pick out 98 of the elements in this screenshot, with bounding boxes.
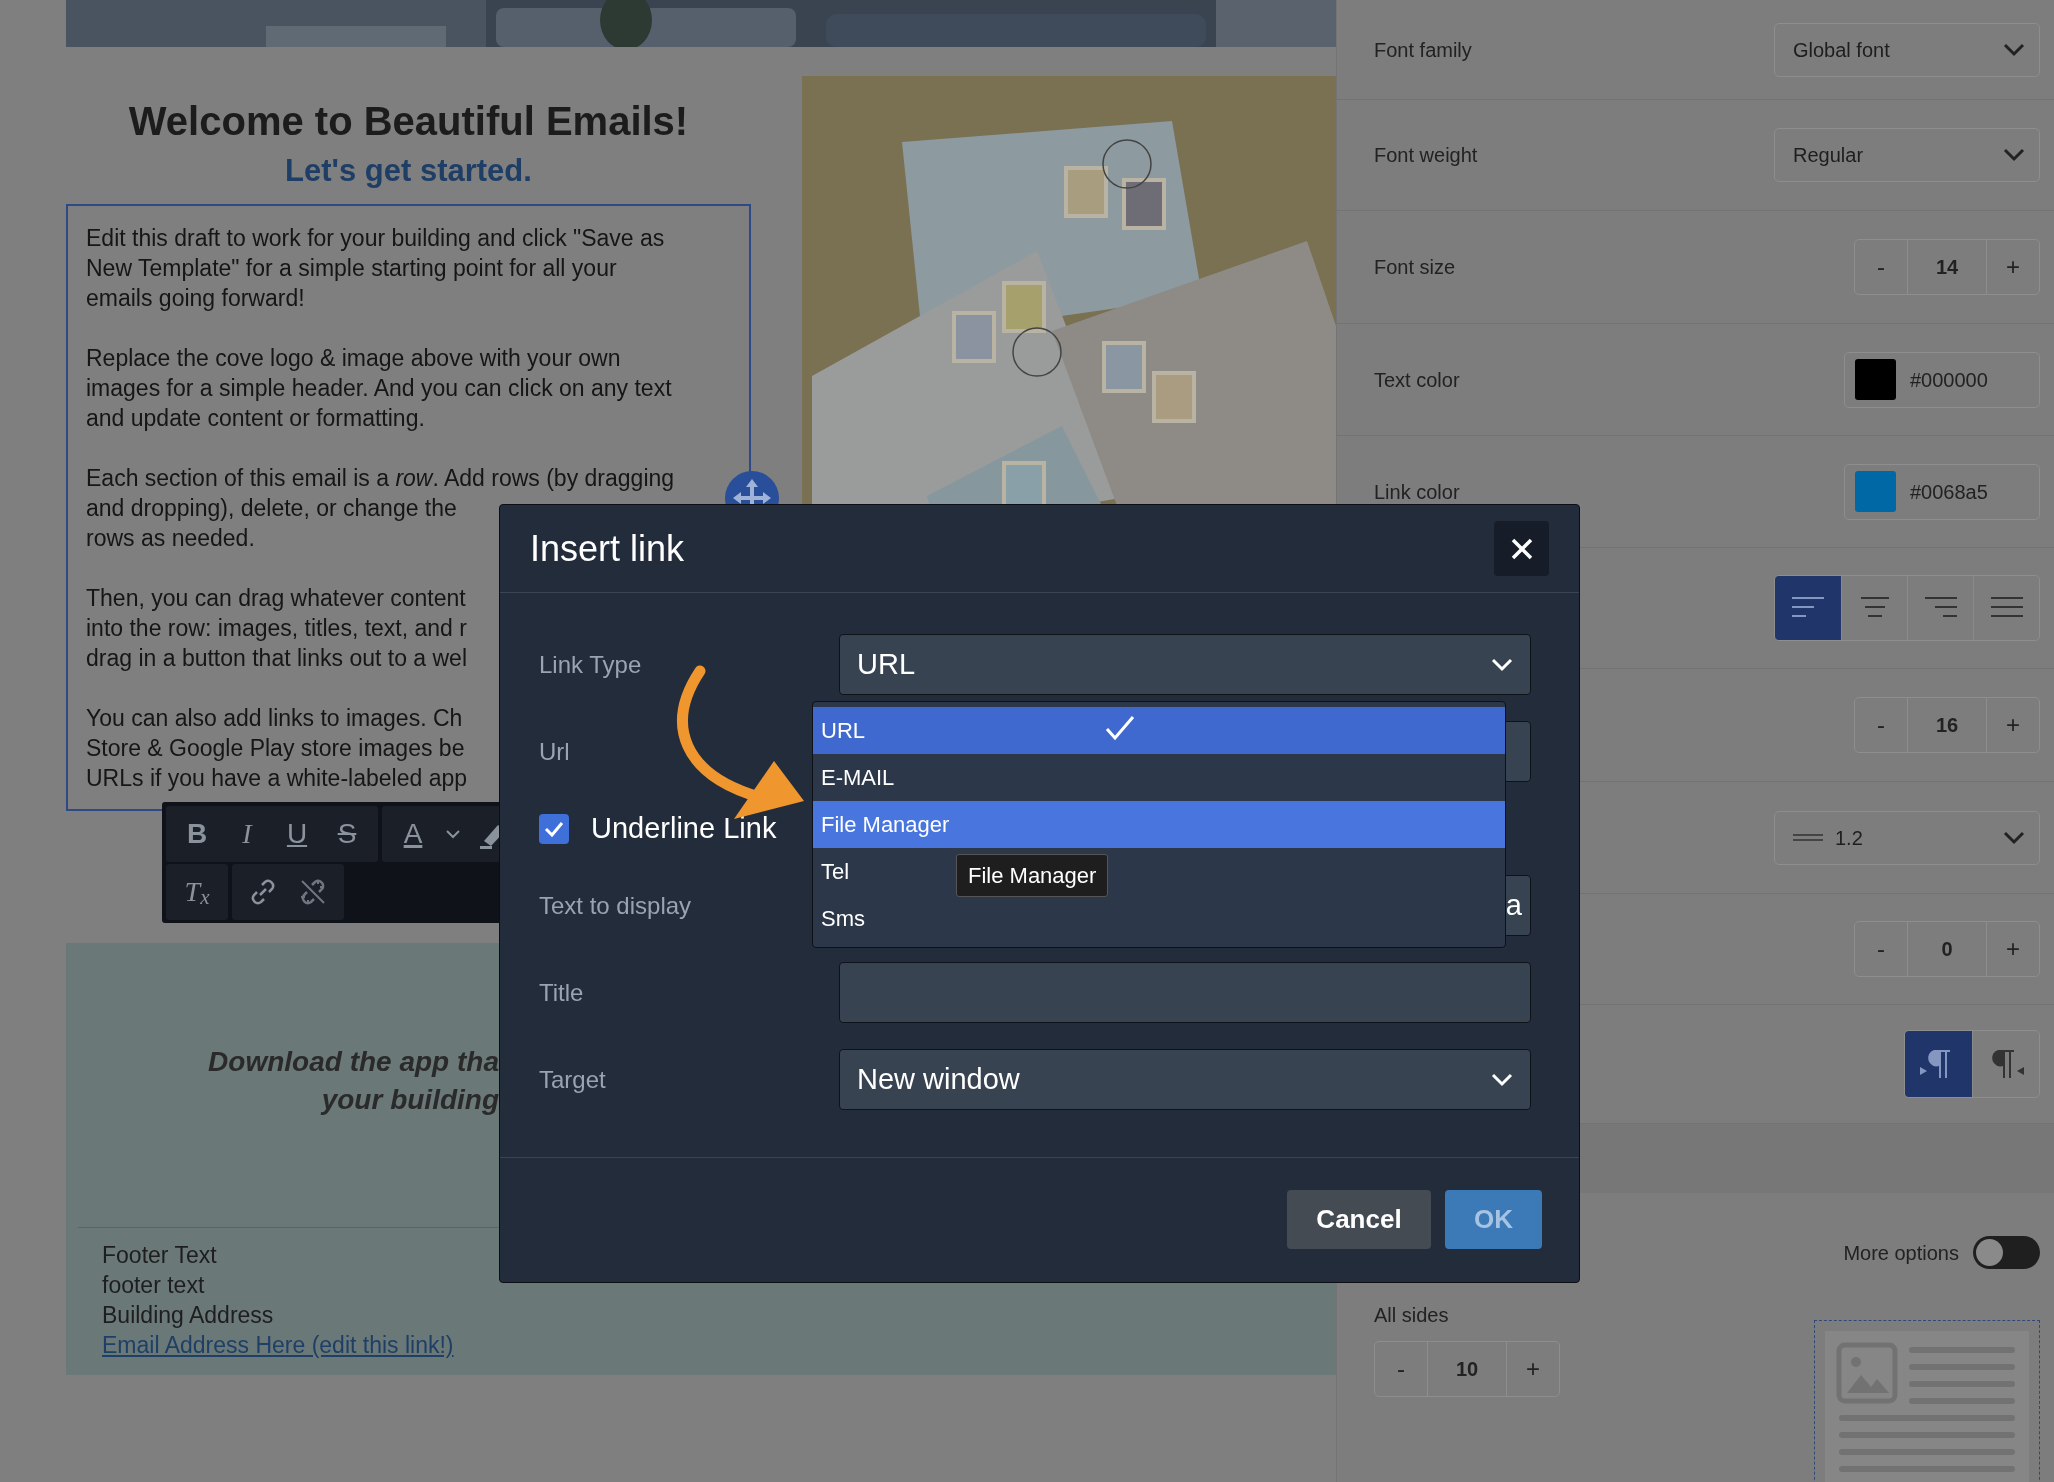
field-label: Link Type — [539, 649, 643, 680]
dropdown-option[interactable]: File Manager — [813, 801, 1505, 848]
italic-button[interactable]: I — [222, 806, 272, 862]
stepper-value: 14 — [1907, 240, 1987, 294]
text-line: Store & Google Play store images be — [86, 734, 465, 763]
color-value: #0068a5 — [1910, 479, 1988, 505]
select-field[interactable]: Global font — [1774, 22, 2040, 77]
setting-label: Font family — [1374, 37, 1472, 63]
strike-button[interactable]: S — [322, 806, 372, 862]
chevron-down-icon — [1491, 1072, 1513, 1087]
select-value: Global font — [1793, 37, 1890, 63]
dialog-title: Insert link — [530, 526, 685, 571]
close-icon — [1509, 536, 1534, 561]
chevron-down-icon — [2003, 830, 2025, 845]
text-line: emails going forward! — [86, 284, 305, 313]
text-line: Each section of this email is a row. Add rows (by dragging — [86, 464, 675, 493]
setting-label: Text color — [1374, 367, 1460, 393]
email-subheading: Let's get started. — [284, 153, 533, 189]
text-line: into the row: images, titles, text, and r — [86, 614, 467, 643]
underline-button[interactable]: U — [272, 806, 322, 862]
text-line: You can also add links to images. Ch — [86, 704, 463, 733]
text-line: Edit this draft to work for your building and click "Save as — [86, 224, 665, 253]
select-field[interactable]: URL — [839, 634, 1531, 695]
text-direction-button[interactable] — [1905, 1031, 1972, 1097]
increment-button[interactable]: + — [1987, 922, 2039, 976]
select-field[interactable]: 1.2 — [1774, 810, 2040, 865]
move-handle-icon — [725, 471, 779, 504]
text-line: URLs if you have a white-labeled app — [86, 764, 467, 793]
footer-text: footer text — [102, 1272, 205, 1298]
select-field[interactable]: New window — [839, 1049, 1531, 1110]
setting-label: Link color — [1374, 479, 1460, 505]
stepper-value: 10 — [1427, 1342, 1507, 1396]
color-field[interactable]: #0068a5 — [1844, 463, 2040, 520]
setting-label: Font size — [1374, 255, 1456, 280]
text-line: New Template" for a simple starting point for all your — [86, 254, 617, 283]
increment-button[interactable]: + — [1507, 1342, 1559, 1396]
caret-icon — [445, 829, 461, 839]
text-line: drag in a button that links out to a wel — [86, 644, 468, 673]
number-stepper[interactable]: - 16 + — [1854, 697, 2040, 753]
decrement-button[interactable]: - — [1855, 698, 1907, 752]
select-value: Regular — [1793, 143, 1864, 168]
text-line: rows as needed. — [86, 524, 255, 553]
number-stepper[interactable]: - 0 + — [1854, 921, 2040, 977]
dropdown-option[interactable]: URL — [813, 707, 1505, 754]
text-line: Replace the cove logo & image above with your own — [86, 344, 621, 373]
text-line: images for a simple header. And you can click on any text — [86, 374, 672, 403]
footer-text: Building Address — [102, 1302, 274, 1328]
number-stepper[interactable]: - 14 + — [1854, 239, 2040, 295]
bold-button[interactable]: B — [172, 806, 222, 862]
dropdown-option[interactable]: Tel — [813, 848, 860, 895]
checkbox-label: Underline Link — [591, 810, 777, 846]
align-center-icon — [1858, 597, 1891, 619]
select-value: 1.2 — [1835, 825, 1863, 851]
setting-label: All sides — [1374, 1303, 1450, 1328]
decrement-button[interactable]: - — [1855, 240, 1907, 294]
banner-text: Download the app tha your building — [207, 1045, 499, 1117]
cancel-button[interactable]: Cancel — [1287, 1190, 1431, 1249]
text-line: and dropping), delete, or change the — [86, 494, 457, 523]
align-left-button[interactable] — [1775, 576, 1841, 640]
checkmark-icon — [544, 820, 564, 837]
ok-button[interactable]: OK — [1445, 1190, 1542, 1249]
footer-link[interactable]: Email Address Here (edit this link!) — [102, 1332, 454, 1358]
line-spacing-icon — [1793, 832, 1823, 843]
align-justify-icon — [1990, 597, 2023, 619]
field-label: Url — [539, 736, 571, 767]
footer-text: Footer Text — [102, 1242, 217, 1268]
field-label: Title — [539, 977, 585, 1008]
decrement-button[interactable]: - — [1375, 1342, 1427, 1396]
checkbox[interactable] — [539, 813, 569, 844]
input-field[interactable] — [839, 962, 1531, 1023]
toggle-label: More options — [1843, 1240, 1959, 1266]
stepper-value: 0 — [1907, 922, 1987, 976]
increment-button[interactable]: + — [1987, 240, 2039, 294]
chevron-down-icon — [2003, 42, 2025, 57]
field-label: Target — [539, 1064, 607, 1095]
stepper-value: 16 — [1907, 698, 1987, 752]
close-button[interactable] — [1494, 521, 1549, 576]
align-left-icon — [1792, 597, 1824, 619]
tooltip: File Manager — [956, 854, 1109, 897]
chevron-down-icon — [1491, 657, 1513, 672]
email-heading: Welcome to Beautiful Emails! — [127, 99, 690, 143]
checkmark-icon — [1105, 715, 1135, 741]
increment-button[interactable]: + — [1987, 698, 2039, 752]
select-value: New window — [857, 1061, 1020, 1097]
setting-label: Font weight — [1374, 143, 1478, 168]
color-value: #000000 — [1910, 367, 1988, 393]
align-right-icon — [1924, 597, 1957, 619]
dropdown-option[interactable]: E-MAIL — [813, 754, 905, 801]
select-value: URL — [857, 646, 915, 682]
color-field[interactable]: #000000 — [1844, 351, 2040, 408]
select-field[interactable]: Regular — [1774, 128, 2040, 182]
dropdown-option[interactable]: Sms — [813, 895, 875, 942]
text-line: Then, you can drag whatever content — [86, 584, 466, 613]
text-line: and update content or formatting. — [86, 404, 425, 433]
decrement-button[interactable]: - — [1855, 922, 1907, 976]
number-stepper[interactable]: - 10 + — [1374, 1341, 1560, 1397]
toggle-switch[interactable] — [1973, 1236, 2040, 1269]
chevron-down-icon — [2003, 148, 2025, 162]
